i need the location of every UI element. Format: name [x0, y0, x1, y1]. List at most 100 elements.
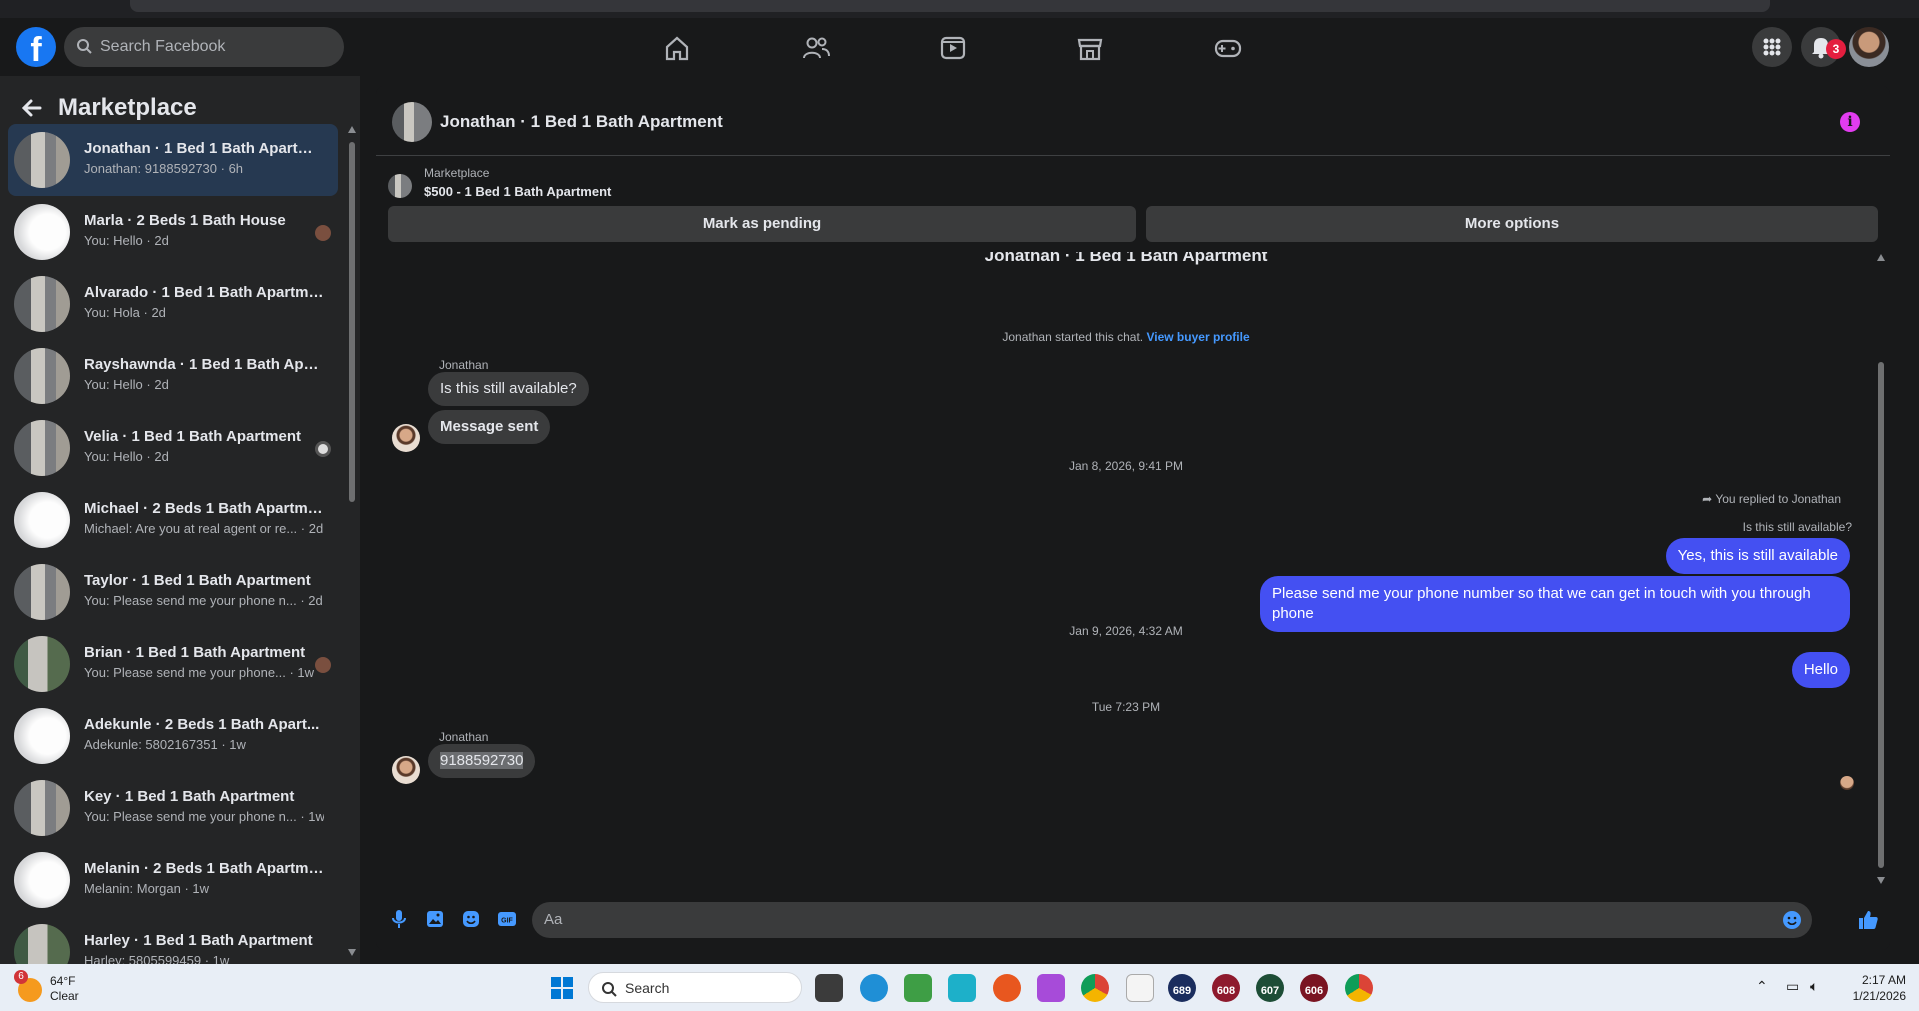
app-badge-icon[interactable]: 606 — [1300, 974, 1328, 1002]
outgoing-message[interactable]: Hello — [1791, 652, 1850, 688]
home-icon[interactable] — [661, 32, 693, 64]
conversation-preview: Jonathan: 9188592730 · 6h — [84, 161, 244, 176]
like-thumb-icon[interactable] — [1856, 908, 1880, 932]
windows-taskbar: 6 64°F Clear Search 689 608 607 606 ⌃ ▭ … — [0, 964, 1919, 1011]
selected-phone-number[interactable]: 9188592730 — [440, 752, 524, 769]
quoted-message: Is this still available? — [1742, 520, 1852, 534]
chat-panel: Jonathan · 1 Bed 1 Bath Apartment i Mark… — [376, 86, 1890, 950]
sender-avatar[interactable] — [392, 756, 420, 784]
task-view-icon[interactable] — [815, 974, 843, 1002]
profile-avatar[interactable] — [1849, 27, 1889, 67]
notepad-icon[interactable] — [1126, 974, 1154, 1002]
seen-avatar — [315, 657, 331, 673]
conversation-item[interactable]: Brian · 1 Bed 1 Bath Apartment You: Plea… — [8, 628, 338, 700]
conversation-preview: You: Hello · 2d — [84, 449, 169, 464]
scroll-up-arrow-icon[interactable] — [1877, 254, 1885, 261]
back-arrow-icon[interactable] — [18, 94, 46, 122]
outgoing-message[interactable]: Yes, this is still available — [1665, 538, 1850, 574]
search-input[interactable]: Search Facebook — [64, 27, 344, 67]
chrome-profile-icon[interactable] — [1345, 974, 1373, 1002]
conversation-item[interactable]: Taylor · 1 Bed 1 Bath Apartment You: Ple… — [8, 556, 338, 628]
snipping-tool-icon[interactable] — [1037, 974, 1065, 1002]
conversation-title: Adekunle · 2 Beds 1 Bath Apart... — [84, 716, 320, 733]
chat-started-notice: Jonathan started this chat. View buyer p… — [376, 330, 1876, 344]
conversation-title: Michael · 2 Beds 1 Bath Apartme... — [84, 500, 324, 517]
tray-chevron-icon[interactable]: ⌃ — [1756, 978, 1768, 995]
sender-name: Jonathan — [439, 730, 489, 744]
volume-icon[interactable]: 🔈︎ — [1810, 978, 1818, 995]
facebook-logo-icon[interactable]: f — [16, 27, 56, 67]
conversation-title: Melanin · 2 Beds 1 Bath Apartme... — [84, 860, 324, 877]
scroll-up-arrow-icon[interactable] — [348, 126, 356, 133]
windows-start-icon[interactable] — [550, 976, 574, 1000]
sender-avatar[interactable] — [392, 424, 420, 452]
emoji-icon[interactable] — [1782, 910, 1802, 930]
gif-icon[interactable]: GIF — [496, 908, 518, 930]
scroll-down-arrow-icon[interactable] — [1877, 877, 1885, 884]
browser-address-bar[interactable] — [130, 0, 1770, 12]
notification-count-badge: 3 — [1826, 39, 1846, 59]
excel-icon[interactable] — [904, 974, 932, 1002]
listing-summary[interactable]: Marketplace $500 - 1 Bed 1 Bath Apartmen… — [388, 164, 1888, 208]
listing-thumbnail — [14, 636, 70, 692]
incoming-message[interactable]: Message sent — [428, 410, 551, 444]
app-badge-icon[interactable]: 608 — [1212, 974, 1240, 1002]
thread-heading: Jonathan · 1 Bed 1 Bath Apartment — [984, 252, 1268, 265]
network-icon[interactable]: ▭ — [1786, 978, 1799, 995]
listing-thumbnail — [14, 564, 70, 620]
incoming-message[interactable]: Is this still available? — [428, 372, 589, 406]
listing-avatar[interactable] — [392, 102, 432, 142]
message-input[interactable]: Aa — [532, 902, 1812, 938]
app-badge-number: 607 — [1260, 985, 1280, 997]
info-icon[interactable]: i — [1840, 112, 1860, 132]
conversation-item[interactable]: Michael · 2 Beds 1 Bath Apartme... Micha… — [8, 484, 338, 556]
sidebar-scrollbar[interactable] — [348, 126, 356, 956]
scrollbar-thumb[interactable] — [349, 142, 355, 502]
conversation-item[interactable]: Adekunle · 2 Beds 1 Bath Apart... Adekun… — [8, 700, 338, 772]
chrome-icon[interactable] — [1081, 974, 1109, 1002]
video-icon[interactable] — [937, 32, 969, 64]
chat-scrollbar[interactable] — [1876, 254, 1886, 884]
mark-as-pending-button[interactable]: Mark as pending — [388, 206, 1136, 242]
app-badge-icon[interactable]: 689 — [1168, 974, 1196, 1002]
chat-title[interactable]: Jonathan · 1 Bed 1 Bath Apartment — [440, 112, 723, 132]
gaming-icon[interactable] — [1212, 32, 1244, 64]
weather-condition: Clear — [50, 989, 79, 1003]
conversation-item[interactable]: Harley · 1 Bed 1 Bath Apartment Harley: … — [8, 916, 338, 964]
sender-name: Jonathan — [439, 358, 489, 372]
sidebar-title: Marketplace — [58, 94, 197, 121]
conversation-item[interactable]: Melanin · 2 Beds 1 Bath Apartme... Melan… — [8, 844, 338, 916]
listing-thumbnail — [14, 852, 70, 908]
conversation-title: Taylor · 1 Bed 1 Bath Apartment — [84, 572, 311, 589]
menu-grid-button[interactable] — [1752, 27, 1792, 67]
friends-icon[interactable] — [800, 32, 832, 64]
app-badge-number: 689 — [1172, 985, 1192, 997]
svg-text:GIF: GIF — [501, 918, 513, 925]
marketplace-icon[interactable] — [1074, 32, 1106, 64]
conversation-item[interactable]: Velia · 1 Bed 1 Bath Apartment You: Hell… — [8, 412, 338, 484]
sticker-icon[interactable] — [460, 908, 482, 930]
conversation-title: Harley · 1 Bed 1 Bath Apartment — [84, 932, 313, 949]
conversation-item[interactable]: Rayshawnda · 1 Bed 1 Bath Apart... You: … — [8, 340, 338, 412]
more-options-button[interactable]: More options — [1146, 206, 1878, 242]
conversation-item[interactable]: Marla · 2 Beds 1 Bath House You: Hello ·… — [8, 196, 338, 268]
firefox-icon[interactable] — [993, 974, 1021, 1002]
conversation-preview: You: Please send me your phone... · 1w — [84, 665, 315, 680]
conversation-item[interactable]: Key · 1 Bed 1 Bath Apartment You: Please… — [8, 772, 338, 844]
edge-icon[interactable] — [860, 974, 888, 1002]
conversation-item[interactable]: Alvarado · 1 Bed 1 Bath Apartment You: H… — [8, 268, 338, 340]
app-icon[interactable] — [948, 974, 976, 1002]
view-buyer-profile-link[interactable]: View buyer profile — [1146, 330, 1249, 344]
conversation-preview: Harley: 5805599459 · 1w — [84, 953, 230, 964]
taskbar-search[interactable]: Search — [588, 972, 802, 1003]
scroll-down-arrow-icon[interactable] — [348, 949, 356, 956]
system-clock[interactable]: 2:17 AM 1/21/2026 — [1842, 972, 1906, 1004]
incoming-message[interactable]: 9188592730 — [428, 744, 536, 778]
listing-thumbnail — [14, 492, 70, 548]
app-badge-icon[interactable]: 607 — [1256, 974, 1284, 1002]
scrollbar-thumb[interactable] — [1878, 362, 1884, 868]
conversation-item[interactable]: Jonathan · 1 Bed 1 Bath Apartme... Jonat… — [8, 124, 338, 196]
microphone-icon[interactable] — [388, 908, 410, 930]
conversation-list: Jonathan · 1 Bed 1 Bath Apartme... Jonat… — [8, 124, 338, 964]
photo-icon[interactable] — [424, 908, 446, 930]
